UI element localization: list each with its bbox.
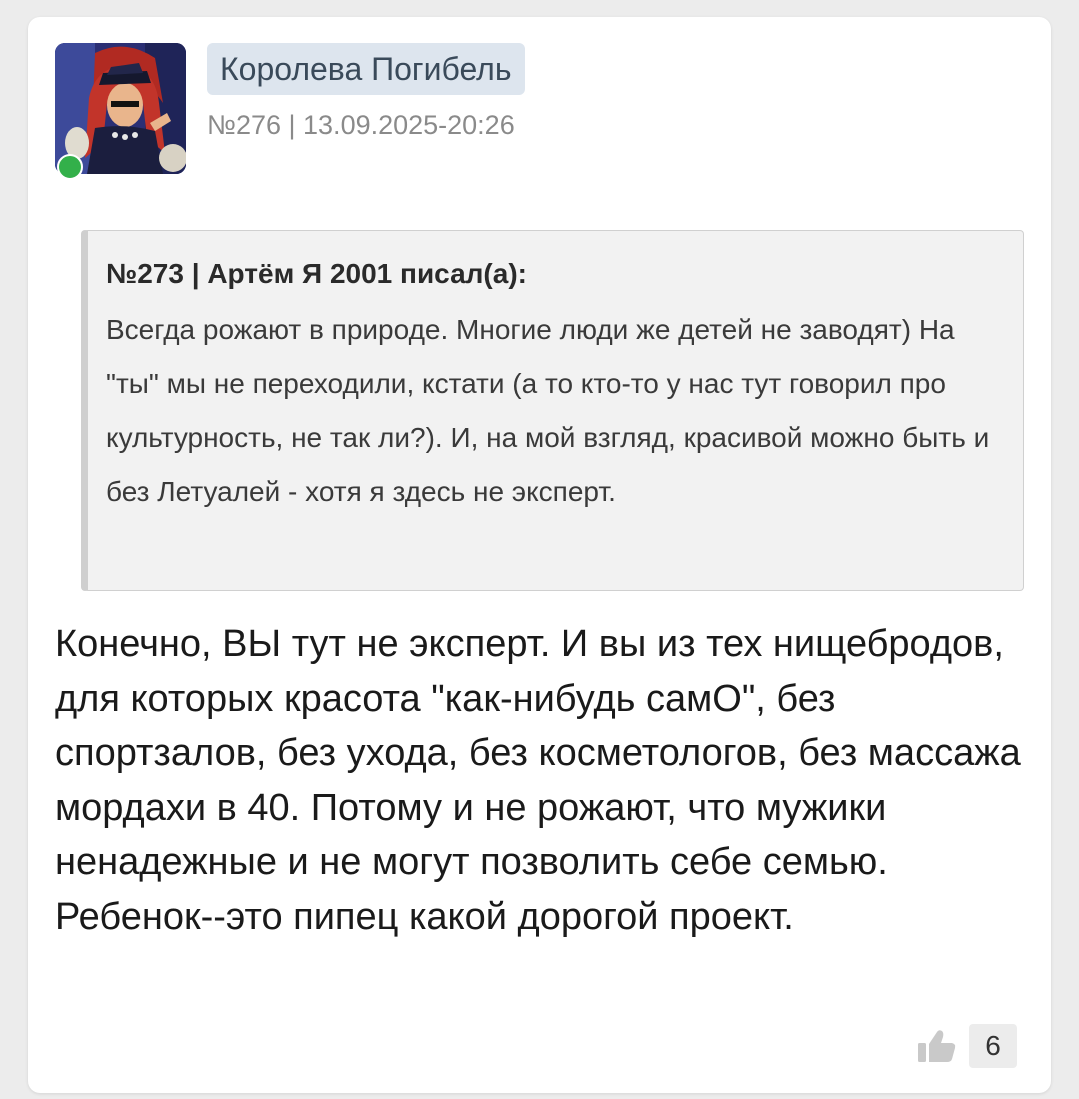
post-card: Королева Погибель №276 | 13.09.2025-20:2… — [28, 17, 1051, 1093]
quote-header: №273 | Артём Я 2001 писал(а): — [106, 258, 527, 289]
quote-block: №273 | Артём Я 2001 писал(а): Всегда рож… — [81, 230, 1024, 591]
online-status-indicator — [57, 154, 83, 180]
post-meta: №276 | 13.09.2025-20:26 — [207, 110, 515, 140]
like-count: 6 — [969, 1024, 1017, 1068]
like-area: 6 — [917, 1024, 1017, 1068]
thumbs-up-icon[interactable] — [917, 1028, 957, 1064]
quote-text: Всегда рожают в природе. Многие люди же … — [106, 314, 990, 507]
author-name-link[interactable]: Королева Погибель — [207, 43, 525, 95]
post-text: Конечно, ВЫ тут не эксперт. И вы из тех … — [55, 623, 1021, 938]
